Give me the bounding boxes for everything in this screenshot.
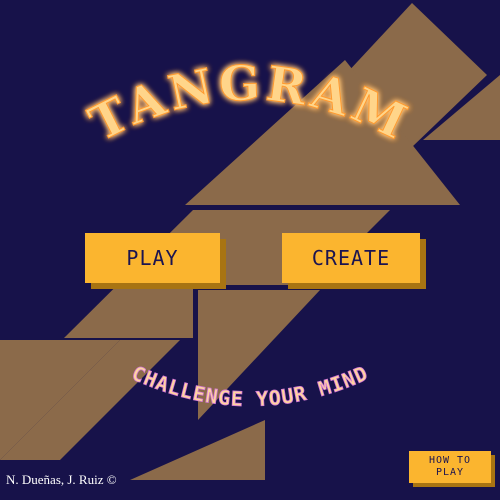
tangram-background: TANGRAM CHALLENGE YOUR MIND [0, 3, 500, 480]
tagline: CHALLENGE YOUR MIND [128, 361, 372, 411]
create-button[interactable]: CREATE [282, 233, 420, 283]
how-to-play-label-line1: HOW TO [428, 454, 472, 466]
credits: N. Dueñas, J. Ruiz © [6, 472, 117, 487]
how-to-play-button[interactable]: HOW TO PLAY [409, 451, 491, 483]
how-to-play-label-line2: PLAY [435, 467, 465, 478]
tangram-triangle-bottom [130, 420, 265, 480]
play-button[interactable]: PLAY [85, 233, 220, 283]
